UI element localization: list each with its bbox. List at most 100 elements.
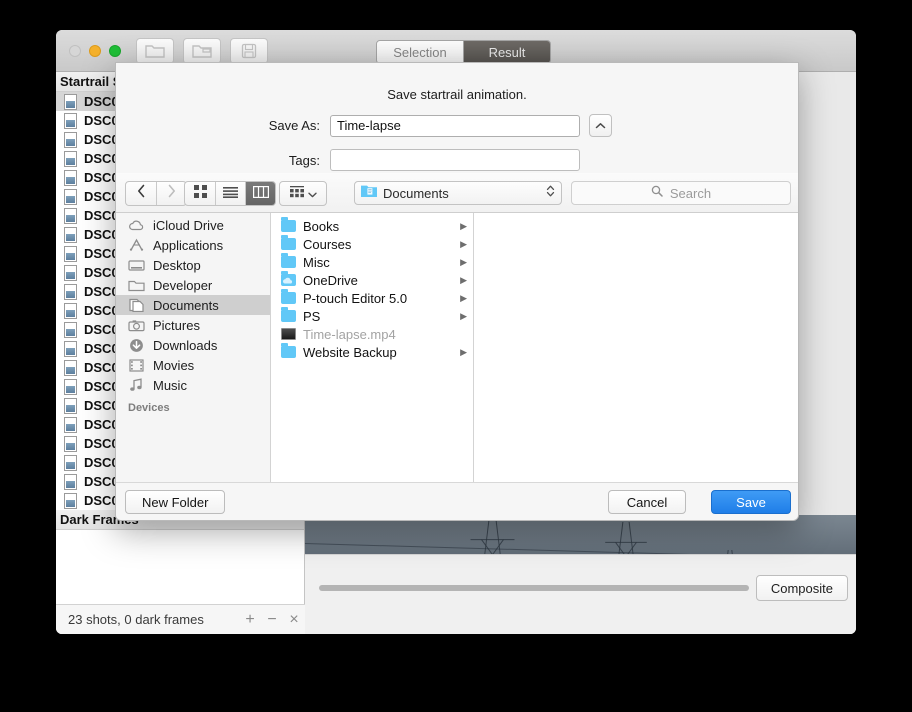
add-shots-button[interactable]: + — [239, 611, 261, 629]
jpeg-file-icon — [64, 340, 77, 357]
save-disk-button[interactable] — [230, 38, 268, 64]
composite-button[interactable]: Composite — [755, 575, 848, 601]
jpeg-file-icon — [64, 112, 77, 129]
jpeg-file-icon — [64, 226, 77, 243]
file-row[interactable]: Website Backup ▶ — [271, 343, 473, 361]
file-row[interactable]: Misc ▶ — [271, 253, 473, 271]
sidebar-item-developer[interactable]: Developer — [116, 275, 270, 295]
sidebar-item-icloud-drive[interactable]: iCloud Drive — [116, 215, 270, 235]
shot-filename: DSC0 — [84, 284, 119, 299]
add-folder-button[interactable] — [183, 38, 221, 64]
jpeg-file-icon — [64, 359, 77, 376]
search-input[interactable]: Search — [571, 181, 791, 205]
file-name: P-touch Editor 5.0 — [303, 290, 408, 306]
shot-filename: DSC0 — [84, 436, 119, 451]
frame-scrubber[interactable] — [319, 585, 749, 591]
sidebar-item-desktop[interactable]: Desktop — [116, 255, 270, 275]
jpeg-file-icon — [64, 416, 77, 433]
chevron-down-icon — [307, 185, 317, 203]
cancel-button[interactable]: Cancel — [608, 490, 686, 514]
minimize-window-button[interactable] — [89, 45, 101, 57]
back-button[interactable] — [126, 182, 156, 205]
jpeg-file-icon — [64, 93, 77, 110]
path-popup-button[interactable]: Documents — [354, 181, 562, 205]
camera-icon — [128, 317, 145, 333]
open-folder-button[interactable] — [136, 38, 174, 64]
jpeg-file-icon — [64, 378, 77, 395]
close-window-button[interactable] — [69, 45, 81, 57]
file-name: PS — [303, 308, 321, 324]
tags-row: Tags: — [116, 149, 798, 171]
jpeg-file-icon — [64, 302, 77, 319]
icon-view-button[interactable] — [185, 182, 215, 205]
save-as-label: Save As: — [268, 118, 320, 133]
sidebar-item-documents[interactable]: Documents — [116, 295, 270, 315]
list-view-button[interactable] — [215, 182, 245, 205]
dialog-footer: New Folder Cancel Save — [116, 482, 798, 520]
segment-selection[interactable]: Selection — [377, 41, 463, 63]
disclosure-toggle-button[interactable] — [589, 114, 612, 137]
file-row[interactable]: P-touch Editor 5.0 ▶ — [271, 289, 473, 307]
folder-icon — [281, 343, 296, 358]
save-button[interactable]: Save — [711, 490, 791, 514]
new-folder-button[interactable]: New Folder — [125, 490, 226, 514]
status-bar: 23 shots, 0 dark frames + − × — [56, 604, 305, 634]
file-name: Website Backup — [303, 344, 397, 360]
file-row[interactable]: OneDrive ▶ — [271, 271, 473, 289]
sidebar-item-pictures[interactable]: Pictures — [116, 315, 270, 335]
folder-icon — [128, 277, 145, 293]
file-name: Courses — [303, 236, 352, 252]
tags-input[interactable] — [330, 149, 580, 171]
save-as-row: Save As: Time-lapse — [116, 114, 798, 137]
sidebar-items[interactable]: iCloud Drive Applications Desktop Developer… — [116, 215, 270, 395]
shot-filename: DSC0 — [84, 94, 119, 109]
shot-filename: DSC0 — [84, 132, 119, 147]
remove-shots-button[interactable]: − — [261, 611, 283, 629]
music-note-icon — [128, 377, 145, 393]
disclosure-chevron-icon: ▶ — [460, 238, 467, 249]
file-row[interactable]: Time-lapse.mp4 — [271, 325, 473, 343]
shot-filename: DSC0 — [84, 360, 119, 375]
disclosure-chevron-icon: ▶ — [460, 256, 467, 267]
sidebar-item-music[interactable]: Music — [116, 375, 270, 395]
sidebar-item-label: Developer — [153, 277, 213, 293]
shot-filename: DSC0 — [84, 151, 119, 166]
applications-icon — [128, 237, 145, 253]
preview-column — [474, 213, 798, 484]
file-row[interactable]: Courses ▶ — [271, 235, 473, 253]
downloads-icon — [128, 337, 145, 353]
sidebar-item-movies[interactable]: Movies — [116, 355, 270, 375]
up-down-chevron-icon — [546, 184, 555, 203]
column-view-button[interactable] — [245, 182, 275, 205]
view-mode-control[interactable] — [184, 181, 276, 206]
sidebar-item-downloads[interactable]: Downloads — [116, 335, 270, 355]
sidebar-item-applications[interactable]: Applications — [116, 235, 270, 255]
browser-toolbar: Documents Search — [116, 173, 798, 213]
file-column[interactable]: Books ▶ Courses ▶ Misc ▶ OneDrive ▶ P-touch Edit… — [271, 213, 474, 484]
file-row[interactable]: PS ▶ — [271, 307, 473, 325]
folder-icon — [281, 307, 296, 322]
arrange-by-button[interactable] — [279, 181, 327, 206]
file-row[interactable]: Books ▶ — [271, 217, 473, 235]
segment-result[interactable]: Result — [463, 41, 550, 63]
history-nav-control[interactable] — [125, 181, 187, 206]
sidebar-item-label: Movies — [153, 357, 195, 373]
mode-segmented-control[interactable]: Selection Result — [376, 40, 551, 64]
zoom-window-button[interactable] — [109, 45, 121, 57]
folder-icon — [281, 235, 296, 250]
column-view-icon — [252, 185, 269, 203]
file-name: Books — [303, 218, 340, 234]
folder-icon — [281, 253, 296, 268]
shot-count-label: 23 shots, 0 dark frames — [68, 612, 204, 627]
sidebar-item-label: Pictures — [153, 317, 200, 333]
file-browser: iCloud Drive Applications Desktop Developer… — [116, 213, 798, 484]
search-icon — [651, 184, 663, 202]
forward-button[interactable] — [156, 182, 186, 205]
desktop-icon — [128, 257, 145, 273]
clear-shots-button[interactable]: × — [283, 611, 305, 629]
preview-toolbar: Composite — [305, 554, 856, 634]
jpeg-file-icon — [64, 454, 77, 471]
jpeg-file-icon — [64, 131, 77, 148]
save-as-input[interactable]: Time-lapse — [330, 114, 580, 137]
sidebar-item-label: Applications — [153, 237, 224, 253]
